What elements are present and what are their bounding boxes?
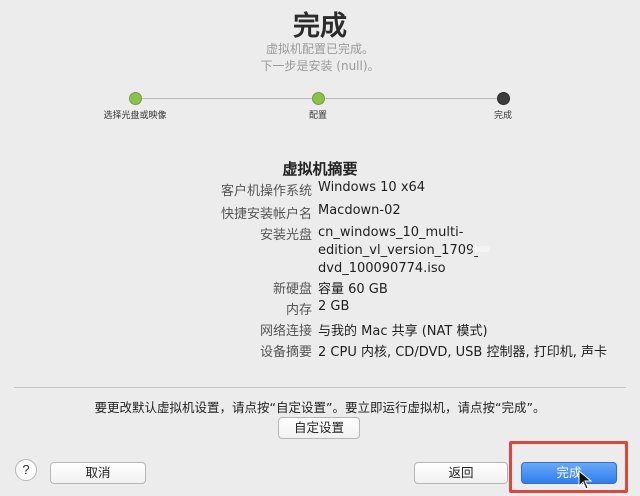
summary-key: 网络连接	[259, 324, 312, 339]
summary-value: 与我的 Mac 共享 (NAT 模式)	[318, 324, 488, 339]
summary-key: 客户机操作系统	[220, 184, 312, 199]
step-dot-finish	[497, 92, 510, 105]
summary-key: 新硬盘	[272, 282, 312, 297]
subtitle-line-1: 虚拟机配置已完成。	[265, 42, 374, 56]
background-artifact	[472, 246, 490, 252]
cancel-button[interactable]: 取消	[50, 462, 146, 484]
step-dot-select-disc	[129, 92, 142, 105]
step-label-configure: 配置	[308, 111, 328, 121]
install-disc-line-3: dvd_100090774.iso	[318, 261, 446, 276]
summary-title: 虚拟机摘要	[282, 160, 358, 178]
summary-value: Windows 10 x64	[318, 180, 426, 195]
footer-hint: 要更改默认虚拟机设置，请点按“自定设置”。要立即运行虚拟机，请点按“完成”。	[94, 400, 546, 415]
progress-steps: 选择光盘或映像 配置 完成	[0, 88, 640, 128]
footer-divider	[14, 387, 626, 388]
step-dot-configure	[312, 92, 325, 105]
summary-value: 2 CPU 内核, CD/DVD, USB 控制器, 打印机, 声卡	[318, 345, 607, 360]
page-title: 完成	[293, 11, 347, 42]
subtitle-line-2: 下一步是安装 (null)。	[260, 59, 380, 73]
summary-key: 快捷安装帐户名	[220, 207, 312, 222]
step-label-select-disc: 选择光盘或映像	[103, 111, 167, 121]
mouse-pointer-icon	[578, 470, 593, 490]
step-connector	[326, 98, 498, 99]
customize-settings-button[interactable]: 自定设置	[278, 417, 360, 439]
summary-key: 安装光盘	[259, 228, 312, 243]
summary-value: Macdown-02	[318, 203, 401, 218]
summary-value: 2 GB	[318, 299, 350, 314]
step-label-finish: 完成	[493, 111, 513, 121]
help-button[interactable]: ?	[15, 459, 37, 481]
install-disc-line-2: edition_vl_version_1709_u	[318, 243, 478, 258]
summary-key: 设备摘要	[259, 345, 312, 360]
finish-button[interactable]: 完成	[521, 462, 617, 484]
back-button[interactable]: 返回	[414, 462, 508, 484]
summary-value-multiline: cn_windows_10_multi- edition_vl_version_…	[318, 224, 478, 278]
install-disc-line-1: cn_windows_10_multi-	[318, 225, 464, 240]
step-connector	[141, 98, 313, 99]
summary-key: 内存	[285, 303, 312, 318]
summary-value: 容量 60 GB	[318, 282, 388, 297]
